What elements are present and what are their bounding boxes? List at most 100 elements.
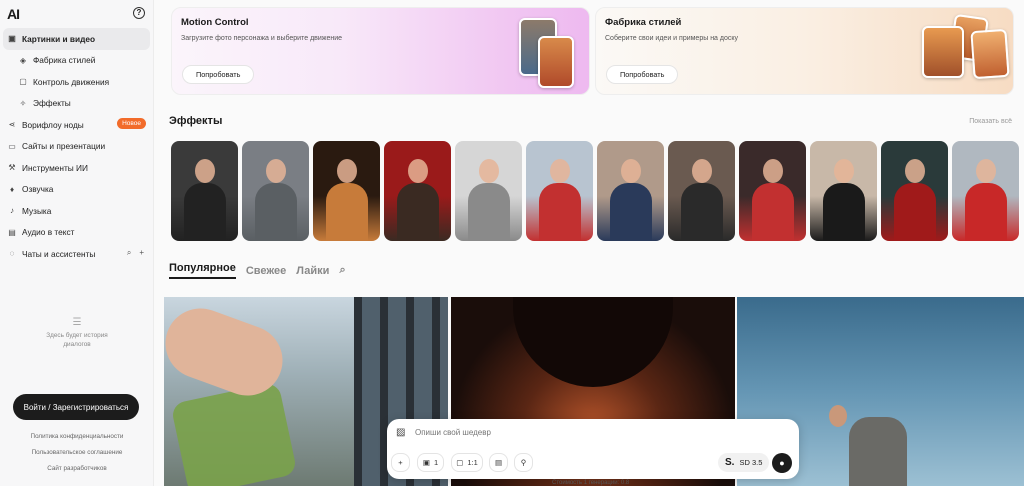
body-shape: [849, 417, 907, 486]
plus-icon[interactable]: +: [139, 248, 144, 258]
mic-icon: ♦: [9, 184, 15, 194]
face-shape: [408, 159, 428, 183]
effect-thumbnail[interactable]: [739, 141, 806, 241]
model-selector[interactable]: S. SD 3.5: [718, 453, 770, 472]
card-subtitle: Соберите свои идеи и примеры на доску: [605, 35, 739, 42]
tab-popular[interactable]: Популярное: [169, 262, 236, 279]
effect-thumbnail[interactable]: [455, 141, 522, 241]
effects-row: [171, 141, 1019, 241]
effect-thumbnail[interactable]: [810, 141, 877, 241]
image-upload-icon[interactable]: ▨: [396, 427, 405, 438]
face-shape: [976, 159, 996, 183]
browser-icon: ▭: [8, 141, 16, 151]
try-button[interactable]: Попробовать: [606, 65, 679, 84]
developers-link[interactable]: Сайт разработчиков: [0, 465, 154, 472]
doc-icon: ▤: [8, 227, 16, 237]
style-button[interactable]: ▤: [489, 453, 508, 472]
login-button[interactable]: Войти / Зарегистрироваться: [13, 394, 139, 420]
magic-wand-icon: ⚲: [520, 458, 527, 467]
terms-link[interactable]: Пользовательское соглашение: [0, 449, 154, 456]
effects-title: Эффекты: [169, 115, 223, 127]
effect-thumbnail[interactable]: [952, 141, 1019, 241]
face-shape: [905, 159, 925, 183]
sidebar-item-ai-tools[interactable]: ⚒ Инструменты ИИ: [3, 157, 150, 179]
sidebar-item-label: Фабрика стилей: [33, 55, 96, 66]
prompt-bar: ▨ + ▣1 ▢1:1 ▤ ⚲ S. SD 3.5 ●: [387, 419, 799, 479]
face-shape: [763, 159, 783, 183]
privacy-link[interactable]: Политика конфиденциальности: [0, 433, 154, 440]
face-shape: [621, 159, 641, 183]
search-icon[interactable]: ⌕: [127, 248, 131, 258]
body-shape: [610, 183, 652, 241]
effect-thumbnail[interactable]: [171, 141, 238, 241]
sidebar-item-images-video[interactable]: ▣ Картинки и видео: [3, 28, 150, 50]
style-factory-card[interactable]: Фабрика стилей Соберите свои идеи и прим…: [595, 7, 1014, 95]
effect-thumbnail[interactable]: [384, 141, 451, 241]
effect-thumbnail[interactable]: [526, 141, 593, 241]
body-shape: [468, 183, 510, 241]
prompt-input[interactable]: [415, 428, 755, 437]
body-shape: [823, 183, 865, 241]
image-count-icon: ▣: [422, 458, 430, 467]
help-icon[interactable]: ?: [133, 7, 145, 19]
body-shape: [681, 183, 723, 241]
enhance-button[interactable]: ⚲: [514, 453, 533, 472]
app-root: AI ? ▣ Картинки и видео ◈ Фабрика стилей…: [0, 0, 1024, 486]
mic-button[interactable]: ●: [772, 453, 792, 473]
try-button[interactable]: Попробовать: [182, 65, 255, 84]
head-shape: [829, 405, 847, 427]
new-badge: Новое: [117, 118, 146, 129]
tab-fresh[interactable]: Свежее: [246, 265, 286, 277]
sidebar-item-chats[interactable]: ◌ Чаты и ассистенты ⌕ +: [3, 243, 150, 265]
sidebar-item-motion-control[interactable]: ▢ Контроль движения: [3, 71, 150, 93]
face-shape: [692, 159, 712, 183]
body-shape: [539, 183, 581, 241]
card-subtitle: Загрузите фото персонажа и выберите движ…: [181, 35, 343, 42]
face-shape: [479, 159, 499, 183]
show-all-link[interactable]: Показать всё: [969, 118, 1012, 125]
face-shape: [195, 159, 215, 183]
body-shape: [965, 183, 1007, 241]
effect-thumbnail[interactable]: [242, 141, 309, 241]
body-shape: [752, 183, 794, 241]
effect-thumbnail[interactable]: [668, 141, 735, 241]
sidebar-item-style-factory[interactable]: ◈ Фабрика стилей: [3, 50, 150, 72]
card-title: Motion Control: [181, 17, 249, 28]
sidebar-item-audio-to-text[interactable]: ▤ Аудио в текст: [3, 222, 150, 244]
sidebar-item-label: Чаты и ассистенты: [22, 248, 96, 259]
empty-text-line1: Здесь будет история: [46, 332, 108, 339]
motion-control-card[interactable]: Motion Control Загрузите фото персонажа …: [171, 7, 590, 95]
count-button[interactable]: ▣ 1: [417, 453, 444, 472]
sidebar-item-label: Озвучка: [22, 184, 54, 195]
face-shape: [266, 159, 286, 183]
search-icon[interactable]: ⌕: [339, 264, 345, 277]
effect-thumbnail[interactable]: [313, 141, 380, 241]
sidebar-item-sites-presentations[interactable]: ▭ Сайты и презентации: [3, 136, 150, 158]
style-preview-image: [970, 28, 1010, 80]
book-icon: ▤: [494, 458, 503, 467]
motion-preview-image: [538, 36, 574, 88]
sidebar-item-label: Сайты и презентации: [22, 141, 106, 152]
effect-thumbnail[interactable]: [881, 141, 948, 241]
add-button[interactable]: +: [391, 453, 410, 472]
sidebar-item-effects[interactable]: ✧ Эффекты: [3, 93, 150, 115]
sidebar-item-workflow-nodes[interactable]: ⋖ Ворифлоу ноды Новое: [3, 114, 150, 136]
ratio-value: 1:1: [467, 458, 478, 467]
face-shape: [550, 159, 570, 183]
music-icon: ♪: [10, 206, 14, 216]
aspect-ratio-icon: ▢: [456, 458, 464, 467]
sidebar-item-voiceover[interactable]: ♦ Озвучка: [3, 179, 150, 201]
model-name: SD 3.5: [739, 458, 763, 467]
sidebar-item-label: Ворифлоу ноды: [22, 119, 84, 130]
face-shape: [834, 159, 854, 183]
tools-icon: ⚒: [8, 163, 16, 173]
ratio-button[interactable]: ▢ 1:1: [451, 453, 483, 472]
tab-likes[interactable]: Лайки: [296, 265, 329, 277]
sidebar-item-label: Эффекты: [33, 98, 71, 109]
sidebar-item-music[interactable]: ♪ Музыка: [3, 200, 150, 222]
empty-text-line2: диалогов: [63, 341, 91, 348]
logo[interactable]: AI: [7, 6, 20, 22]
move-icon: ▢: [19, 77, 27, 87]
generation-cost: Стоимость 1 генерации: 0.8: [552, 480, 630, 486]
effect-thumbnail[interactable]: [597, 141, 664, 241]
